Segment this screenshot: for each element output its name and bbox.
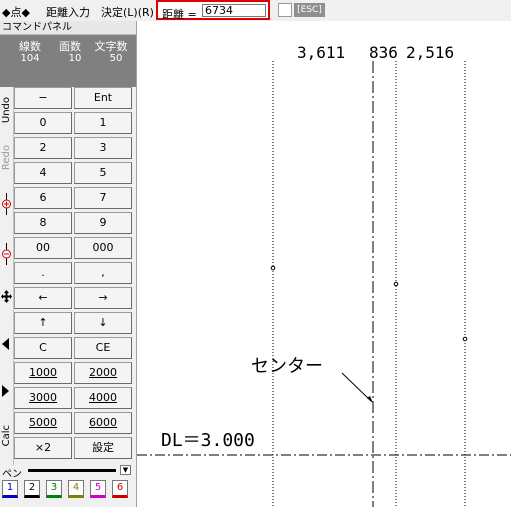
- chars-count-label: 文字数: [94, 40, 128, 53]
- pen-dropdown-arrow-icon[interactable]: ▼: [120, 465, 131, 475]
- distance-input-group: 距離 =: [156, 0, 270, 21]
- pen-color-6-button[interactable]: 6: [112, 480, 128, 498]
- center-label: センター: [251, 356, 323, 377]
- scroll-right-icon[interactable]: [2, 385, 10, 397]
- pen-color-5-button[interactable]: 5: [90, 480, 106, 498]
- panel-title: コマンドパネル: [0, 21, 136, 35]
- toolbar: ◆点◆ 距離入力 決定(L)(R) 距離 = [ESC]: [0, 0, 511, 22]
- point-marker-2: [393, 281, 399, 287]
- lines-count-label: 線数: [19, 40, 41, 53]
- key-down-arrow-button[interactable]: ↓: [74, 312, 132, 334]
- key-minus-button[interactable]: −: [14, 87, 72, 109]
- point-marker-1: [270, 265, 276, 271]
- pen-color-3-button[interactable]: 3: [46, 480, 62, 498]
- lines-count-value: 104: [20, 53, 40, 64]
- key-8-button[interactable]: 8: [14, 212, 72, 234]
- undo-tab[interactable]: Undo: [1, 97, 12, 123]
- stats-area: 線数 104 面数 10 文字数 50: [0, 35, 136, 87]
- zoom-out-icon[interactable]: [1, 243, 12, 265]
- distance-input[interactable]: [202, 4, 266, 17]
- leader-arrow-icon: [367, 396, 373, 403]
- key-000-button[interactable]: 000: [74, 237, 132, 259]
- key-5-button[interactable]: 5: [74, 162, 132, 184]
- mode-title: 距離入力: [46, 6, 90, 19]
- confirm-label: 決定(L)(R): [101, 6, 154, 19]
- zoom-in-icon[interactable]: [1, 193, 12, 215]
- drawing-canvas[interactable]: 3,611 836 2,516 センター DL＝3.000: [137, 21, 511, 507]
- esc-button[interactable]: [ESC]: [294, 3, 325, 17]
- key-00-button[interactable]: 00: [14, 237, 72, 259]
- option-box[interactable]: [278, 3, 292, 17]
- calc-tab[interactable]: Calc: [1, 425, 12, 446]
- dimension-label-1: 3,611: [297, 43, 345, 62]
- mode-label: ◆点◆: [2, 6, 30, 19]
- faces-count-value: 10: [68, 53, 82, 64]
- command-panel: コマンドパネル 線数 104 面数 10 文字数 50 Undo Redo Ca…: [0, 21, 137, 507]
- key-dot-button[interactable]: .: [14, 262, 72, 284]
- key-1000-button[interactable]: 1000: [14, 362, 72, 384]
- key-9-button[interactable]: 9: [74, 212, 132, 234]
- key-4-button[interactable]: 4: [14, 162, 72, 184]
- key-2-button[interactable]: 2: [14, 137, 72, 159]
- key-settings-button[interactable]: 設定: [74, 437, 132, 459]
- key-clear-entry-button[interactable]: CE: [74, 337, 132, 359]
- distance-label: 距離 =: [162, 8, 197, 21]
- key-clear-button[interactable]: C: [14, 337, 72, 359]
- key-ent-button[interactable]: Ent: [74, 87, 132, 109]
- key-0-button[interactable]: 0: [14, 112, 72, 134]
- key-up-arrow-button[interactable]: ↑: [14, 312, 72, 334]
- dimension-label-3: 2,516: [406, 43, 454, 62]
- key-right-arrow-button[interactable]: →: [74, 287, 132, 309]
- faces-count-label: 面数: [59, 40, 81, 53]
- chars-count-value: 50: [109, 53, 123, 64]
- key-3000-button[interactable]: 3000: [14, 387, 72, 409]
- pan-icon[interactable]: [1, 290, 12, 303]
- key-6-button[interactable]: 6: [14, 187, 72, 209]
- dimension-label-2: 836: [369, 43, 398, 62]
- redo-tab[interactable]: Redo: [1, 145, 12, 170]
- leader-line: [341, 372, 372, 402]
- pen-color-1-button[interactable]: 1: [2, 480, 18, 498]
- pen-row: ペン ▼: [0, 465, 136, 480]
- drawing-svg: 3,611 836 2,516 センター DL＝3.000: [137, 43, 511, 507]
- pen-label: ペン: [2, 469, 22, 480]
- dl-label: DL＝3.000: [161, 430, 255, 451]
- key-times-two-button[interactable]: ×2: [14, 437, 72, 459]
- pen-color-4-button[interactable]: 4: [68, 480, 84, 498]
- key-5000-button[interactable]: 5000: [14, 412, 72, 434]
- key-1-button[interactable]: 1: [74, 112, 132, 134]
- key-comma-button[interactable]: ,: [74, 262, 132, 284]
- key-2000-button[interactable]: 2000: [74, 362, 132, 384]
- pen-line-sample: [28, 469, 116, 472]
- scroll-left-icon[interactable]: [2, 338, 10, 350]
- key-7-button[interactable]: 7: [74, 187, 132, 209]
- side-tab-strip: Undo Redo Calc: [0, 87, 14, 465]
- key-6000-button[interactable]: 6000: [74, 412, 132, 434]
- pen-color-2-button[interactable]: 2: [24, 480, 40, 498]
- key-left-arrow-button[interactable]: ←: [14, 287, 72, 309]
- key-4000-button[interactable]: 4000: [74, 387, 132, 409]
- point-marker-3: [462, 336, 468, 342]
- key-3-button[interactable]: 3: [74, 137, 132, 159]
